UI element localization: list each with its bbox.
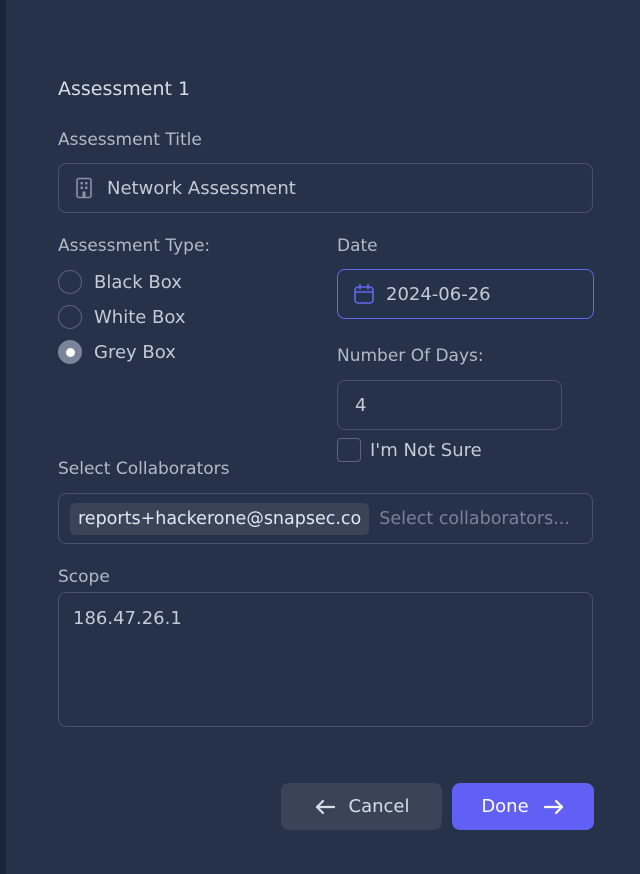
scope-textarea[interactable]: 186.47.26.1 (58, 592, 593, 727)
collaborators-select[interactable]: reports+hackerone@snapsec.co Select coll… (58, 493, 593, 544)
date-label: Date (337, 236, 378, 256)
radio-button[interactable] (58, 305, 82, 329)
form-heading: Assessment 1 (58, 78, 191, 100)
collaborator-chip[interactable]: reports+hackerone@snapsec.co (70, 502, 370, 535)
scope-label: Scope (58, 567, 110, 587)
assessment-type-label: Assessment Type: (58, 236, 211, 256)
building-icon (75, 177, 93, 199)
radio-label: Black Box (94, 271, 182, 293)
cancel-button[interactable]: Cancel (281, 783, 442, 830)
radio-label: White Box (94, 306, 186, 328)
assessment-title-label: Assessment Title (58, 130, 202, 150)
radio-button-selected[interactable] (58, 340, 82, 364)
not-sure-label: I'm Not Sure (370, 439, 482, 461)
done-label: Done (481, 796, 529, 817)
not-sure-checkbox-row[interactable]: I'm Not Sure (337, 438, 482, 462)
number-of-days-label: Number Of Days: (337, 346, 484, 366)
not-sure-checkbox[interactable] (337, 438, 361, 462)
arrow-left-icon (314, 799, 336, 815)
left-edge (0, 0, 6, 874)
done-button[interactable]: Done (452, 783, 594, 830)
assessment-title-value: Network Assessment (107, 177, 296, 199)
date-value: 2024-06-26 (386, 283, 491, 305)
radio-button[interactable] (58, 270, 82, 294)
scope-value: 186.47.26.1 (73, 608, 182, 629)
radio-label: Grey Box (94, 341, 176, 363)
cancel-label: Cancel (348, 796, 410, 817)
arrow-right-icon (543, 799, 565, 815)
assessment-type-group: Black Box White Box Grey Box (58, 267, 186, 367)
collaborators-placeholder: Select collaborators... (379, 508, 570, 529)
collaborators-label: Select Collaborators (58, 459, 230, 479)
radio-dot (65, 347, 75, 357)
radio-grey-box[interactable]: Grey Box (58, 337, 186, 367)
assessment-title-field[interactable]: Network Assessment (58, 163, 593, 213)
date-field[interactable]: 2024-06-26 (337, 269, 594, 319)
radio-white-box[interactable]: White Box (58, 302, 186, 332)
number-of-days-value: 4 (355, 394, 367, 416)
number-of-days-input[interactable]: 4 (337, 380, 562, 430)
radio-black-box[interactable]: Black Box (58, 267, 186, 297)
calendar-icon (353, 283, 375, 305)
